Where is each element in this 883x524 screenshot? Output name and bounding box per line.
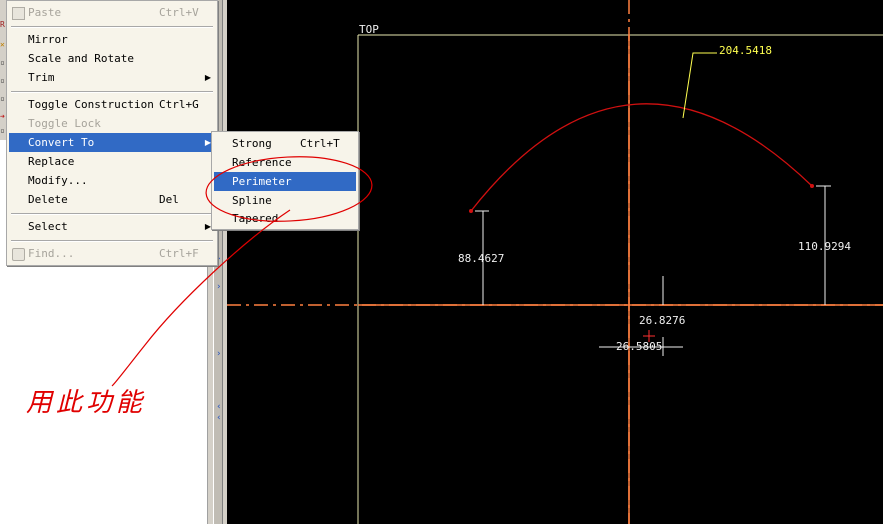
menu-item-toggle-construction[interactable]: Toggle Construction Ctrl+G	[9, 95, 215, 114]
chevron-right-icon[interactable]: ›	[217, 283, 221, 292]
chevron-left-icon[interactable]: ‹	[217, 414, 221, 423]
view-label: TOP	[359, 23, 379, 36]
annotation-text: 用此功能	[26, 388, 147, 418]
menu-separator	[11, 26, 213, 28]
submenu-item-reference[interactable]: Reference	[214, 153, 356, 172]
submenu-item-strong[interactable]: Strong Ctrl+T	[214, 134, 356, 153]
submenu-arrow-icon: ▶	[204, 73, 211, 82]
sketch-canvas[interactable]: TOP 204.5418 88.4627 110.9294 26.8276 26…	[227, 0, 883, 524]
arc-length-leader	[682, 52, 717, 119]
menu-item-paste[interactable]: Paste Ctrl+V	[9, 3, 215, 22]
menu-item-trim[interactable]: Trim ▶	[9, 68, 215, 87]
small-horizontal-dimension[interactable]: 26.5805	[616, 341, 662, 353]
chevron-right-icon[interactable]: ›	[217, 350, 221, 359]
small-vertical-dimension[interactable]: 26.8276	[639, 315, 685, 327]
sketch-arc	[470, 103, 813, 212]
submenu-item-tapered[interactable]: Tapered	[214, 209, 356, 228]
menu-separator	[11, 213, 213, 215]
sketch-graphics	[227, 0, 883, 524]
submenu-item-perimeter[interactable]: Perimeter	[214, 172, 356, 191]
convert-to-submenu: Strong Ctrl+T Reference Perimeter Spline…	[211, 131, 359, 230]
menu-item-mirror[interactable]: Mirror	[9, 30, 215, 49]
chevron-left-icon[interactable]: ‹	[217, 403, 221, 412]
menu-item-modify[interactable]: Modify...	[9, 171, 215, 190]
menu-separator	[11, 91, 213, 93]
find-icon	[12, 248, 25, 261]
left-height-dimension[interactable]: 88.4627	[458, 253, 504, 265]
menu-item-select[interactable]: Select ▶	[9, 217, 215, 236]
arc-endpoint-right	[810, 184, 814, 188]
paste-icon	[12, 7, 25, 20]
menu-item-find[interactable]: Find... Ctrl+F	[9, 244, 215, 263]
right-height-dimension[interactable]: 110.9294	[798, 241, 851, 253]
menu-separator	[11, 240, 213, 242]
submenu-item-spline[interactable]: Spline	[214, 191, 356, 210]
arc-endpoint-left	[469, 209, 473, 213]
menu-item-delete[interactable]: Delete Del	[9, 190, 215, 209]
menu-item-replace[interactable]: Replace	[9, 152, 215, 171]
menu-item-toggle-lock[interactable]: Toggle Lock	[9, 114, 215, 133]
edit-menu: Paste Ctrl+V Mirror Scale and Rotate Tri…	[6, 0, 218, 266]
menu-item-convert-to[interactable]: Convert To ▶	[9, 133, 215, 152]
arc-length-dimension[interactable]: 204.5418	[719, 45, 772, 57]
menu-item-scale-and-rotate[interactable]: Scale and Rotate	[9, 49, 215, 68]
